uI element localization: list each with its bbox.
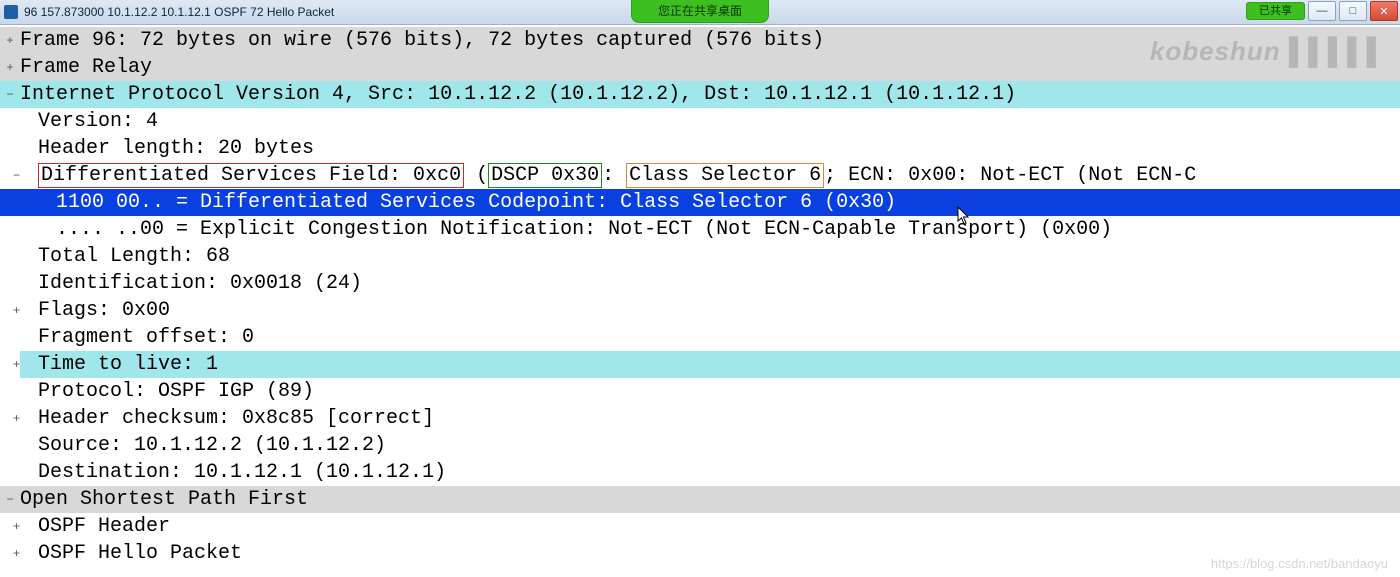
- toggle-glyph: +: [13, 351, 20, 378]
- text: Time to live: 1: [38, 353, 218, 376]
- tree-row-flags[interactable]: + Flags: 0x00: [0, 297, 1400, 324]
- text: Flags: 0x00: [38, 299, 170, 322]
- window-titlebar: 96 157.873000 10.1.12.2 10.1.12.1 OSPF 7…: [0, 0, 1400, 25]
- class-selector-box: Class Selector 6: [626, 163, 824, 188]
- gutter-blank: [0, 432, 20, 459]
- text: Header length: 20 bytes: [38, 137, 314, 160]
- tree-row-hlen[interactable]: Header length: 20 bytes: [0, 135, 1400, 162]
- tree-label: Total Length: 68: [20, 243, 1400, 270]
- gutter-blank: [0, 243, 20, 270]
- toggle-glyph: −: [13, 162, 20, 189]
- tree-row-identification[interactable]: Identification: 0x0018 (24): [0, 270, 1400, 297]
- tree-label: 1100 00.. = Differentiated Services Code…: [20, 189, 1400, 216]
- maximize-button[interactable]: □: [1339, 1, 1367, 21]
- expand-toggle[interactable]: +: [0, 513, 20, 540]
- text: OSPF Hello Packet: [38, 542, 242, 565]
- toggle-glyph: +: [13, 405, 20, 432]
- minimize-button[interactable]: —: [1308, 1, 1336, 21]
- collapse-toggle[interactable]: −: [0, 486, 20, 513]
- tree-row-frame-relay[interactable]: + Frame Relay: [0, 54, 1400, 81]
- text: Version: 4: [38, 110, 158, 133]
- collapse-toggle[interactable]: −: [0, 162, 20, 189]
- tree-row-ip[interactable]: − Internet Protocol Version 4, Src: 10.1…: [0, 81, 1400, 108]
- tree-row-ospf-hello[interactable]: + OSPF Hello Packet: [0, 540, 1400, 567]
- shared-badge[interactable]: 已共享: [1246, 2, 1305, 20]
- tree-label: Source: 10.1.12.2 (10.1.12.2): [20, 432, 1400, 459]
- tree-label: Flags: 0x00: [20, 297, 1400, 324]
- tree-row-total-length[interactable]: Total Length: 68: [0, 243, 1400, 270]
- screen-share-banner[interactable]: 您正在共享桌面: [631, 0, 769, 23]
- tree-label: Frame 96: 72 bytes on wire (576 bits), 7…: [20, 27, 1400, 54]
- tree-row-frame[interactable]: + Frame 96: 72 bytes on wire (576 bits),…: [0, 27, 1400, 54]
- text: 1100 00.. = Differentiated Services Code…: [56, 191, 896, 214]
- gutter-blank: [0, 216, 20, 243]
- tree-row-dscp-selected[interactable]: 1100 00.. = Differentiated Services Code…: [0, 189, 1400, 216]
- tree-row-protocol[interactable]: Protocol: OSPF IGP (89): [0, 378, 1400, 405]
- dsf-rest: ; ECN: 0x00: Not-ECT (Not ECN-C: [824, 164, 1196, 187]
- text: Identification: 0x0018 (24): [38, 272, 362, 295]
- tree-row-ttl[interactable]: + Time to live: 1: [0, 351, 1400, 378]
- expand-toggle[interactable]: +: [0, 540, 20, 567]
- text: OSPF Header: [38, 515, 170, 538]
- dscp-box: DSCP 0x30: [488, 163, 602, 188]
- packet-details-tree[interactable]: + Frame 96: 72 bytes on wire (576 bits),…: [0, 25, 1400, 567]
- window-title: 96 157.873000 10.1.12.2 10.1.12.1 OSPF 7…: [24, 5, 334, 19]
- gutter-blank: [0, 459, 20, 486]
- tree-label: Protocol: OSPF IGP (89): [20, 378, 1400, 405]
- tree-row-ecn[interactable]: .... ..00 = Explicit Congestion Notifica…: [0, 216, 1400, 243]
- gutter-blank: [0, 378, 20, 405]
- tree-row-dsf[interactable]: − Differentiated Services Field: 0xc0 (D…: [0, 162, 1400, 189]
- tree-row-ospf-header[interactable]: + OSPF Header: [0, 513, 1400, 540]
- text: Header checksum: 0x8c85 [correct]: [38, 407, 434, 430]
- expand-toggle[interactable]: +: [0, 405, 20, 432]
- toggle-glyph: +: [13, 513, 20, 540]
- tree-label: Header checksum: 0x8c85 [correct]: [20, 405, 1400, 432]
- tree-label: .... ..00 = Explicit Congestion Notifica…: [20, 216, 1400, 243]
- collapse-toggle[interactable]: −: [0, 81, 20, 108]
- expand-toggle[interactable]: +: [0, 27, 20, 54]
- text: Destination: 10.1.12.1 (10.1.12.1): [38, 461, 446, 484]
- tree-row-destination[interactable]: Destination: 10.1.12.1 (10.1.12.1): [0, 459, 1400, 486]
- tree-row-source[interactable]: Source: 10.1.12.2 (10.1.12.2): [0, 432, 1400, 459]
- tree-label: Destination: 10.1.12.1 (10.1.12.1): [20, 459, 1400, 486]
- tree-label: OSPF Hello Packet: [20, 540, 1400, 567]
- tree-row-version[interactable]: Version: 4: [0, 108, 1400, 135]
- tree-label: Identification: 0x0018 (24): [20, 270, 1400, 297]
- expand-toggle[interactable]: +: [0, 54, 20, 81]
- expand-toggle[interactable]: +: [0, 297, 20, 324]
- tree-label: Differentiated Services Field: 0xc0 (DSC…: [20, 162, 1400, 189]
- tree-row-fragment-offset[interactable]: Fragment offset: 0: [0, 324, 1400, 351]
- tree-label: Version: 4: [20, 108, 1400, 135]
- text: Fragment offset: 0: [38, 326, 254, 349]
- gutter-blank: [0, 324, 20, 351]
- tree-label: Time to live: 1: [20, 351, 1400, 378]
- text: Protocol: OSPF IGP (89): [38, 380, 314, 403]
- gutter-blank: [0, 189, 20, 216]
- tree-label: Frame Relay: [20, 54, 1400, 81]
- tree-label: Header length: 20 bytes: [20, 135, 1400, 162]
- close-button[interactable]: ✕: [1370, 1, 1398, 21]
- gutter-blank: [0, 108, 20, 135]
- tree-row-checksum[interactable]: + Header checksum: 0x8c85 [correct]: [0, 405, 1400, 432]
- gutter-blank: [0, 135, 20, 162]
- tree-label: Internet Protocol Version 4, Src: 10.1.1…: [20, 81, 1400, 108]
- toggle-glyph: +: [13, 297, 20, 324]
- text: Source: 10.1.12.2 (10.1.12.2): [38, 434, 386, 457]
- window-controls: 已共享 — □ ✕: [1246, 1, 1398, 21]
- gutter-blank: [0, 270, 20, 297]
- expand-toggle[interactable]: +: [0, 351, 20, 378]
- tree-row-ospf[interactable]: − Open Shortest Path First: [0, 486, 1400, 513]
- app-icon: [4, 5, 18, 19]
- toggle-glyph: +: [13, 540, 20, 567]
- tree-label: Open Shortest Path First: [20, 486, 1400, 513]
- text: .... ..00 = Explicit Congestion Notifica…: [56, 218, 1112, 241]
- dsf-field-box: Differentiated Services Field: 0xc0: [38, 163, 464, 188]
- tree-label: OSPF Header: [20, 513, 1400, 540]
- text: Total Length: 68: [38, 245, 230, 268]
- tree-label: Fragment offset: 0: [20, 324, 1400, 351]
